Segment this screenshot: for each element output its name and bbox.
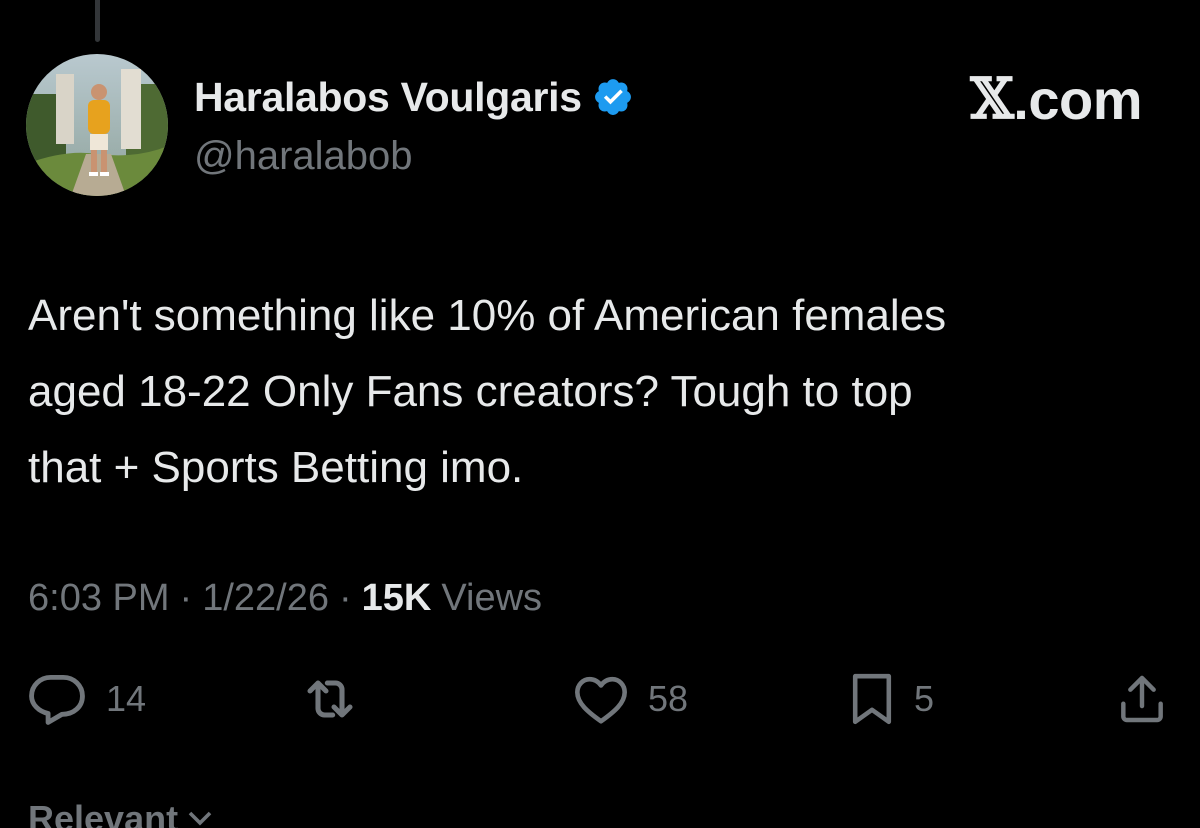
tweet-time[interactable]: 6:03 PM (28, 577, 170, 620)
tweet-action-bar: 14 58 5 (0, 664, 1200, 734)
meta-separator: · (338, 576, 352, 619)
tweet-text-line: that + Sports Betting imo. (28, 443, 524, 492)
thread-connector-line (95, 0, 100, 42)
reply-count: 14 (106, 678, 147, 719)
tweet-text-line: Aren't something like 10% of American fe… (28, 291, 947, 340)
reply-sort-dropdown[interactable]: Relevant (28, 798, 214, 828)
author-name-row[interactable]: Haralabos Voulgaris (194, 72, 634, 122)
repost-icon (307, 680, 353, 718)
brand-domain-suffix: .com (1013, 67, 1142, 131)
x-brand-logo: 𝕏 .com (970, 66, 1142, 132)
share-icon (1121, 675, 1163, 723)
bookmark-count: 5 (914, 678, 935, 719)
chevron-down-icon (188, 811, 212, 826)
tweet-metadata: 6:03 PM · 1/22/26 · 15K Views (28, 572, 542, 624)
like-button[interactable]: 58 (572, 664, 688, 734)
tweet-detail-screen: Haralabos Voulgaris @haralabob 𝕏 .com Ar… (0, 0, 1200, 828)
author-handle[interactable]: @haralabob (194, 134, 413, 179)
like-count: 58 (648, 678, 689, 719)
bookmark-icon (852, 673, 892, 725)
sort-label: Relevant (28, 798, 179, 828)
author-display-name[interactable]: Haralabos Voulgaris (194, 74, 582, 121)
share-button[interactable] (1114, 664, 1170, 734)
avatar-photo (26, 54, 168, 196)
x-logo-icon: 𝕏 (970, 66, 1014, 132)
tweet-body: Aren't something like 10% of American fe… (28, 278, 1178, 506)
repost-button[interactable] (298, 664, 380, 734)
reply-icon (29, 674, 85, 725)
avatar[interactable] (26, 54, 168, 196)
tweet-text-line: aged 18-22 Only Fans creators? Tough to … (28, 367, 913, 416)
tweet-date[interactable]: 1/22/26 (202, 577, 329, 620)
reply-button[interactable]: 14 (26, 664, 146, 734)
meta-separator: · (179, 576, 193, 619)
views-count: 15K (361, 576, 432, 619)
bookmark-button[interactable]: 5 (848, 664, 934, 734)
views-label: Views (441, 576, 543, 619)
verified-badge-icon[interactable] (592, 76, 634, 118)
heart-icon (575, 676, 627, 724)
